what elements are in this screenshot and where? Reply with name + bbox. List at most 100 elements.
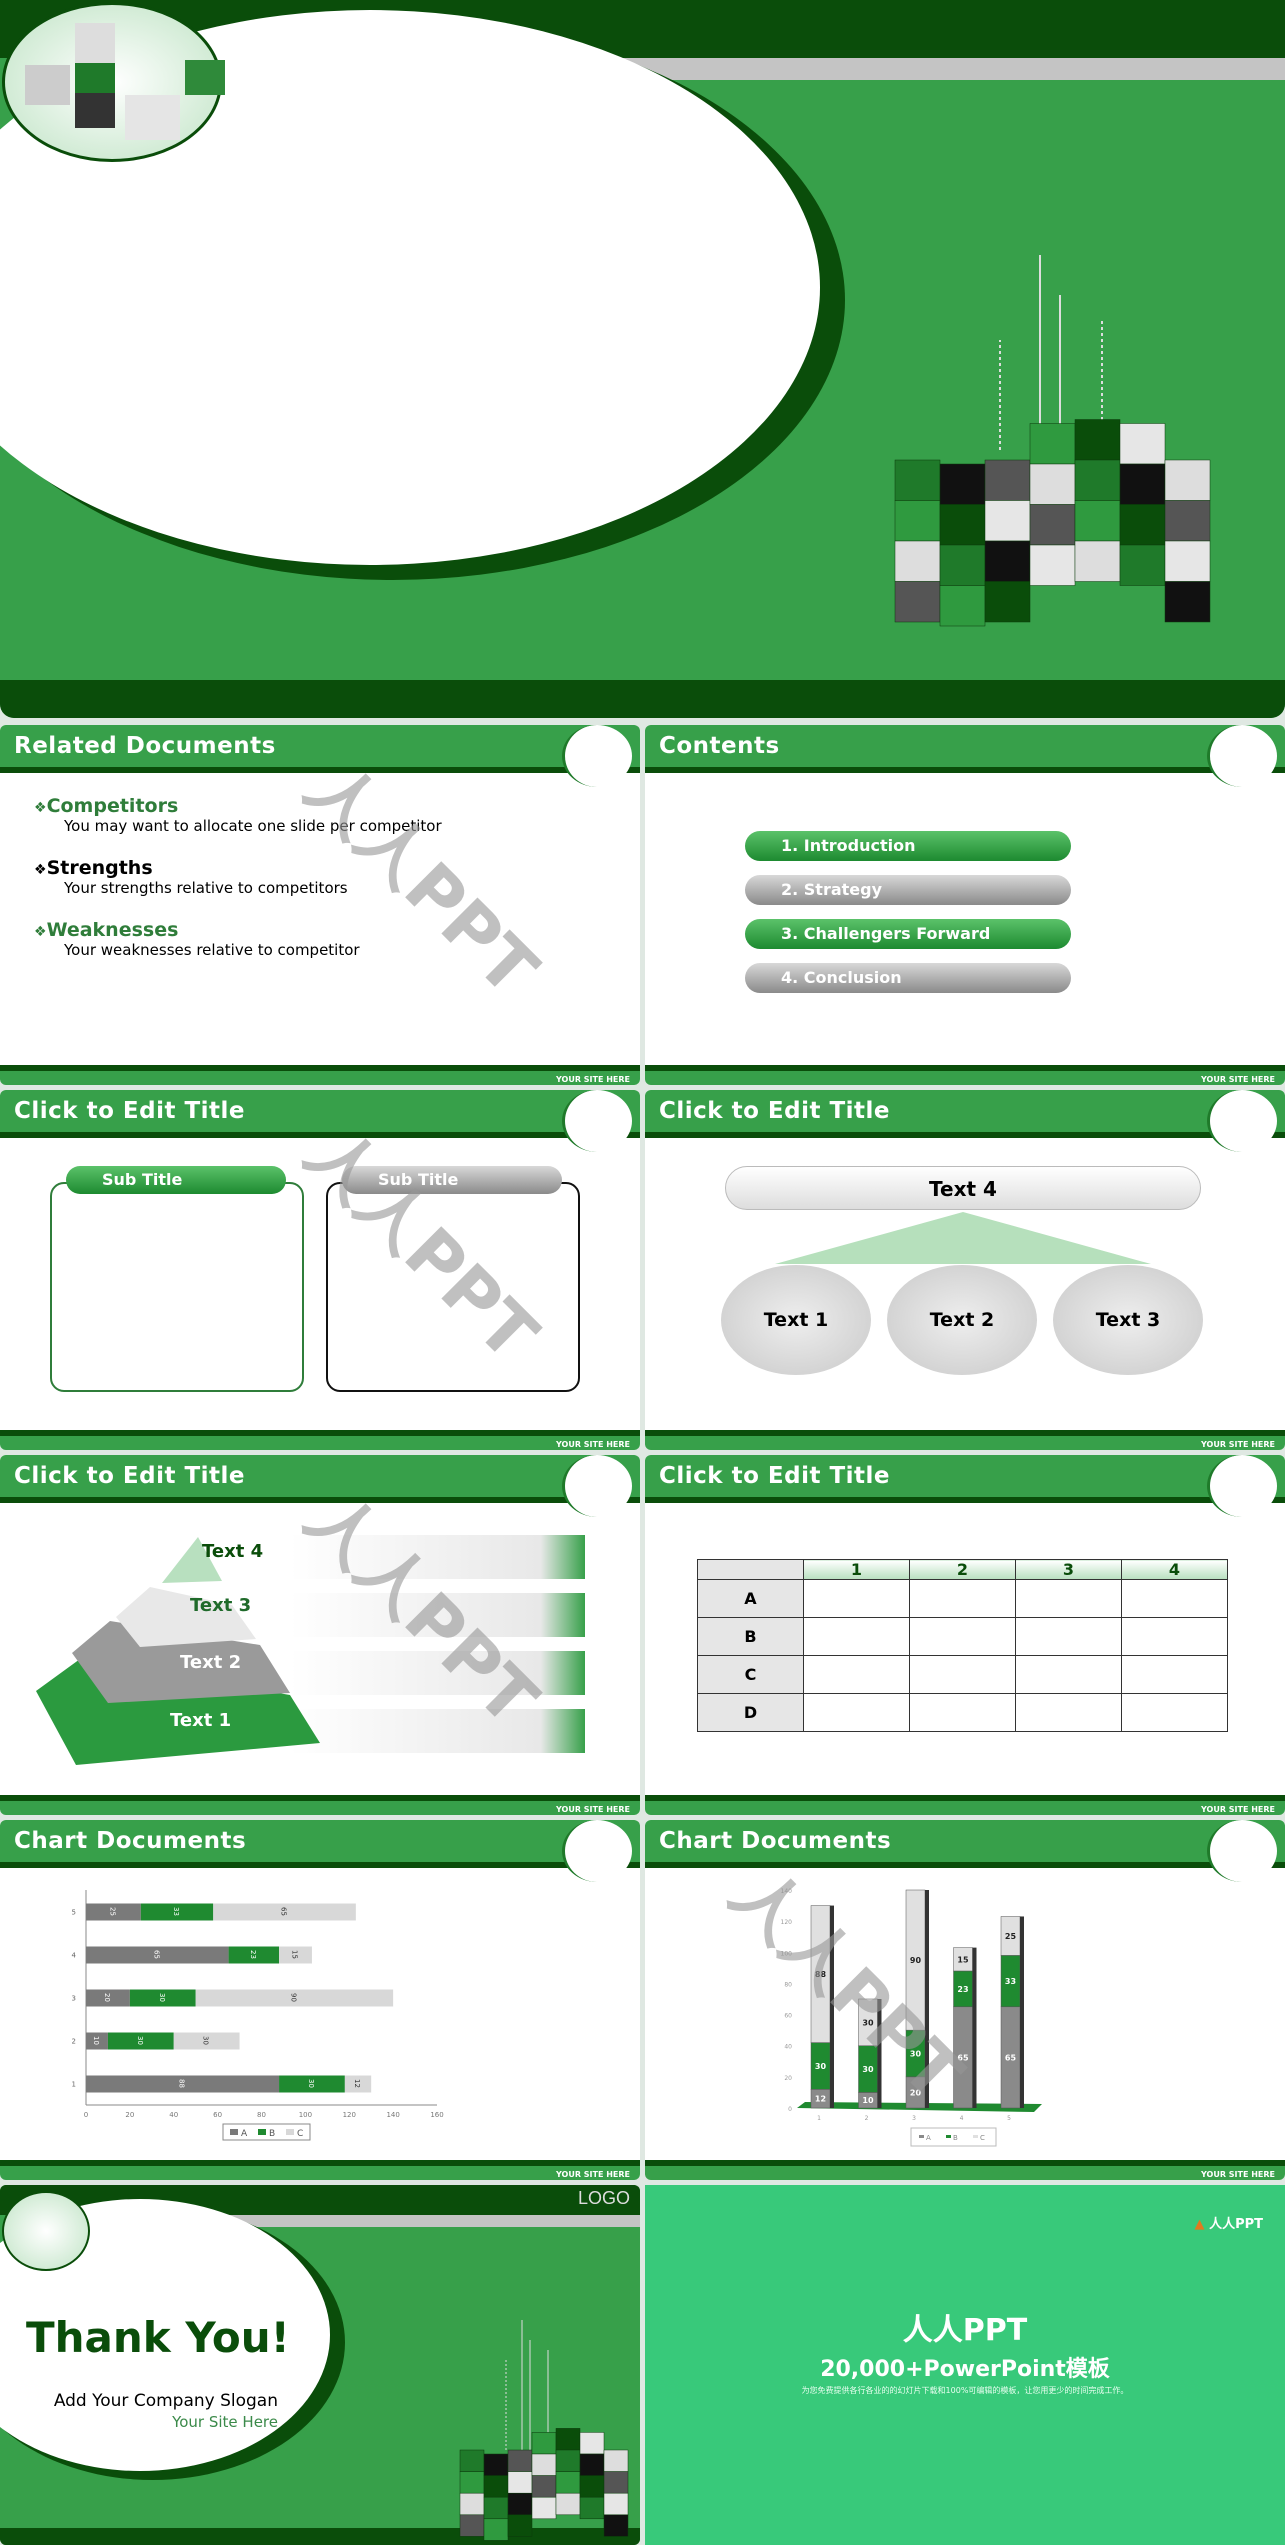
data-label: 30: [158, 1993, 166, 2002]
table-cell[interactable]: [909, 1655, 1016, 1694]
x-tick-label: 5: [1007, 2115, 1011, 2122]
slide-title: Click to Edit Title: [659, 1463, 890, 1489]
data-label: 65: [280, 1907, 288, 1916]
table-cell[interactable]: [1121, 1617, 1228, 1656]
y-tick-label: 0: [788, 2106, 792, 2113]
bullet-item: ❖Competitors You may want to allocate one…: [34, 795, 554, 835]
content-box-2[interactable]: [326, 1182, 580, 1392]
slide-thank-you[interactable]: LOGO Thank You! Add Your Company Slogan …: [0, 2185, 640, 2545]
subtitle-1[interactable]: Sub Title: [66, 1166, 286, 1194]
site-text: Your Site Here: [172, 2413, 278, 2431]
cube-stack-arrows-icon: [894, 255, 1211, 627]
table-cell[interactable]: [1015, 1617, 1122, 1656]
table-row: A: [697, 1579, 1228, 1618]
table-cell[interactable]: [1121, 1655, 1228, 1694]
contents-item-2[interactable]: 2. Strategy: [745, 875, 1071, 905]
table-cell[interactable]: [1015, 1693, 1122, 1732]
slide-related-documents[interactable]: Related Documents ❖Competitors You may wa…: [0, 725, 640, 1085]
legend-label: B: [953, 2134, 958, 2142]
text-circle-1[interactable]: Text 1: [721, 1265, 871, 1375]
slide-table[interactable]: Click to Edit Title 1234ABCD YOUR SITE H…: [645, 1455, 1285, 1815]
column-side: [830, 1905, 834, 2108]
data-label: 23: [957, 1985, 968, 1994]
table-cell[interactable]: [803, 1693, 910, 1732]
legend-label: A: [241, 2129, 248, 2139]
legend-swatch: [286, 2129, 294, 2135]
data-label: 25: [108, 1907, 116, 1916]
cube-logo-icon: [562, 725, 632, 787]
bullet-item: ❖Strengths Your strengths relative to com…: [34, 857, 554, 897]
horizontal-bar-chart: 0 20 40 60 80 100 120 140 160 1 88 30 12 2 10 30 30 3 20 30…: [72, 1890, 444, 2141]
brand-logo-icon: ▲: [1194, 2217, 1210, 2232]
y-tick-label: 20: [784, 2075, 792, 2082]
slide-column-chart[interactable]: Chart Documents 0 20 40 60 80 100 120 140 1 12 30 8…: [645, 1820, 1285, 2180]
top-box[interactable]: Text 4: [725, 1166, 1201, 1210]
logo-cubes-icon: [2, 2, 225, 162]
pyramid-level-2: Text 2: [180, 1652, 242, 1673]
text-circle-2[interactable]: Text 2: [887, 1265, 1037, 1375]
table-cell[interactable]: [909, 1693, 1016, 1732]
y-tick-label: 60: [784, 2013, 792, 2020]
thank-you-title: Thank You!: [26, 2313, 290, 2362]
slide-promo[interactable]: ▲ 人人PPT 人人PPT 20,000+PowerPoint模板 为您免费提供…: [645, 2185, 1285, 2545]
data-label: 33: [172, 1907, 180, 1916]
x-tick-label: 3: [912, 2115, 916, 2122]
bullet-heading: Weaknesses: [46, 919, 179, 941]
brand-logo[interactable]: ▲ 人人PPT: [1195, 2213, 1263, 2232]
data-table: 1234ABCD: [697, 1559, 1228, 1732]
table-cell[interactable]: [909, 1579, 1016, 1618]
table-cell[interactable]: [1121, 1693, 1228, 1732]
table-cell[interactable]: [1015, 1655, 1122, 1694]
column-side: [972, 1947, 977, 2108]
table-cell[interactable]: [803, 1655, 910, 1694]
table-cell[interactable]: [803, 1617, 910, 1656]
legend-label: B: [269, 2129, 275, 2139]
slide-bar-chart[interactable]: Chart Documents 0 20 40 60 80 100 120 140 160 1 88…: [0, 1820, 640, 2180]
data-label: 20: [910, 2088, 922, 2097]
slide-hierarchy[interactable]: Click to Edit Title Text 4 Text 1 Text 2T…: [645, 1090, 1285, 1450]
data-label: 10: [92, 2036, 100, 2045]
legend-swatch: [973, 2135, 978, 2138]
x-tick-label: 140: [386, 2111, 399, 2119]
data-label: 12: [353, 2079, 361, 2088]
contents-item-4[interactable]: 4. Conclusion: [745, 963, 1071, 993]
cube-logo-icon: [1207, 1090, 1277, 1152]
content-box-1[interactable]: [50, 1182, 304, 1392]
bullet-heading: Strengths: [46, 857, 153, 879]
slide-title: Click to Edit Title: [14, 1098, 245, 1124]
slide-title: Related Documents: [14, 733, 276, 759]
text-circle-3[interactable]: Text 3: [1053, 1265, 1203, 1375]
table-row: B: [697, 1617, 1228, 1656]
x-tick-label: 100: [299, 2111, 312, 2119]
table-cell[interactable]: [909, 1617, 1016, 1656]
title-slide: [0, 0, 1285, 718]
column-header: 1: [803, 1559, 910, 1580]
data-label: 23: [249, 1950, 257, 1959]
x-tick-label: 4: [960, 2115, 964, 2122]
slogan: Add Your Company Slogan: [53, 2391, 278, 2411]
data-label: 15: [957, 1955, 969, 1964]
y-tick-label: 3: [72, 1995, 76, 2003]
y-tick-label: 100: [781, 1950, 793, 1957]
y-tick-label: 4: [72, 1952, 77, 1960]
slide-pyramid[interactable]: Click to Edit Title Text 4 Text 3 Text 2 Te…: [0, 1455, 640, 1815]
table-cell[interactable]: [1015, 1579, 1122, 1618]
x-tick-label: 160: [430, 2111, 443, 2119]
legend-label: C: [297, 2129, 303, 2139]
x-tick-label: 1: [817, 2115, 821, 2122]
slide-title: Click to Edit Title: [14, 1463, 245, 1489]
promo-desc: 为您免费提供各行各业的的幻灯片下载和100%可编辑的模板，让您用更少的时间完成工…: [801, 2386, 1129, 2395]
column-side: [1020, 1916, 1024, 2108]
slide-subtitles[interactable]: Click to Edit Title Sub Title Sub Title …: [0, 1090, 640, 1450]
table-cell[interactable]: [803, 1579, 910, 1618]
bullet-heading: Competitors: [46, 795, 179, 817]
slide-contents[interactable]: Contents 1. Introduction 2. Strategy 3. …: [645, 725, 1285, 1085]
contents-item-3[interactable]: 3. Challengers Forward: [745, 919, 1071, 949]
footer-site: YOUR SITE HERE: [556, 1440, 630, 1449]
footer-site: YOUR SITE HERE: [1201, 1805, 1275, 1814]
slide-title: Click to Edit Title: [659, 1098, 890, 1124]
promo-subtitle: 20,000+PowerPoint模板: [820, 2357, 1110, 2382]
subtitle-2[interactable]: Sub Title: [342, 1166, 562, 1194]
table-cell[interactable]: [1121, 1579, 1228, 1618]
contents-item-1[interactable]: 1. Introduction: [745, 831, 1071, 861]
